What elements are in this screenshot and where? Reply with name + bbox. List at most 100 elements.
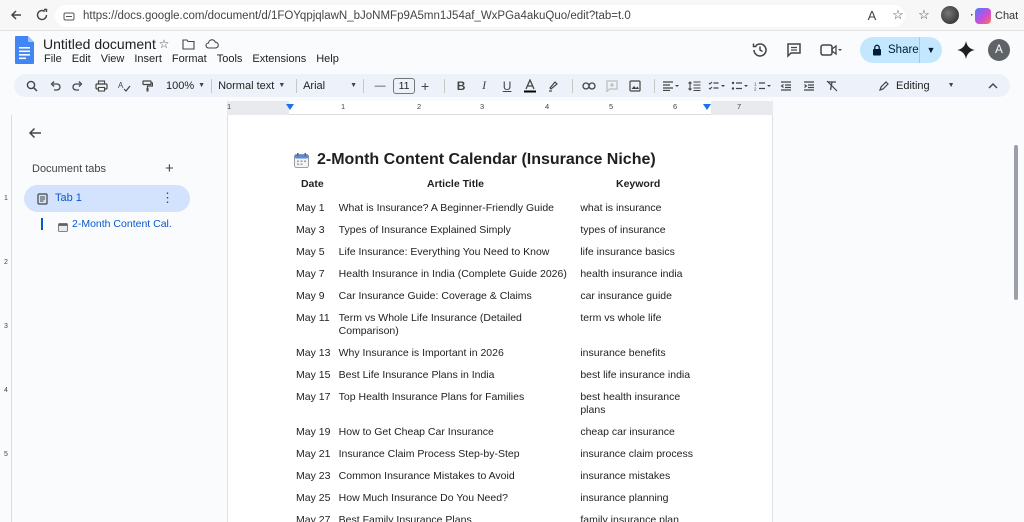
gemini-icon[interactable]	[956, 40, 976, 60]
table-row[interactable]: May 1 What is Insurance? A Beginner-Frien…	[290, 197, 700, 219]
menu-edit[interactable]: Edit	[72, 53, 91, 65]
read-aloud-icon[interactable]: A	[862, 5, 882, 25]
cell-title: Best Family Insurance Plans	[338, 513, 472, 522]
close-tabs-panel-icon[interactable]	[28, 126, 44, 142]
move-folder-icon[interactable]	[180, 36, 196, 52]
table-row[interactable]: May 11 Term vs Whole Life Insurance (Deta…	[290, 307, 700, 342]
right-indent-marker[interactable]	[703, 104, 711, 110]
cell-date: May 19	[296, 425, 331, 438]
menu-format[interactable]: Format	[172, 53, 207, 65]
table-row[interactable]: May 7 Health Insurance in India (Complete…	[290, 263, 700, 285]
search-menus-icon[interactable]	[22, 75, 42, 96]
content-calendar-table[interactable]: Date Article Title Keyword May 1 What is …	[290, 175, 700, 522]
meet-video-icon[interactable]	[814, 36, 848, 64]
share-label: Share	[888, 44, 919, 56]
copilot-chat-button[interactable]: Chat	[975, 6, 1018, 26]
insert-image-icon[interactable]	[625, 75, 645, 96]
highlight-color-icon[interactable]	[543, 75, 563, 96]
menu-tools[interactable]: Tools	[217, 53, 243, 65]
table-row[interactable]: May 21 Insurance Claim Process Step-by-St…	[290, 443, 700, 465]
paint-format-icon[interactable]	[137, 75, 157, 96]
cell-date: May 23	[296, 469, 331, 482]
share-button[interactable]: Share ▼	[860, 37, 942, 63]
table-row[interactable]: May 17 Top Health Insurance Plans for Fam…	[290, 386, 700, 421]
table-row[interactable]: May 25 How Much Insurance Do You Need? ins…	[290, 487, 700, 509]
table-row[interactable]: May 3 Types of Insurance Explained Simply…	[290, 219, 700, 241]
editing-mode-dropdown[interactable]: Editing ▼	[878, 80, 962, 92]
add-tab-icon[interactable]: +	[165, 160, 174, 177]
decrease-font-size-icon[interactable]: —	[370, 75, 390, 96]
menu-extensions[interactable]: Extensions	[252, 53, 306, 65]
table-row[interactable]: May 9 Car Insurance Guide: Coverage & Cla…	[290, 285, 700, 307]
line-spacing-icon[interactable]	[684, 75, 704, 96]
tab-item-tab-1[interactable]: Tab 1 ⋮	[24, 185, 190, 212]
star-icon[interactable]: ☆	[156, 36, 172, 52]
table-row[interactable]: May 15 Best Life Insurance Plans in India…	[290, 364, 700, 386]
cell-keyword: cheap car insurance	[580, 425, 675, 438]
table-row[interactable]: May 13 Why Insurance is Important in 2026…	[290, 342, 700, 364]
align-icon[interactable]	[661, 75, 681, 96]
outline-item[interactable]: 2-Month Content Cal...	[72, 218, 172, 230]
address-bar[interactable]: https://docs.google.com/document/d/1FOYq…	[55, 5, 905, 27]
italic-icon[interactable]: I	[474, 75, 494, 96]
bulleted-list-icon[interactable]	[730, 75, 750, 96]
checklist-icon[interactable]	[707, 75, 727, 96]
favorite-star-icon[interactable]: ☆	[888, 5, 908, 25]
cloud-status-icon[interactable]	[204, 36, 220, 52]
insert-comment-icon[interactable]	[602, 75, 622, 96]
menu-view[interactable]: View	[101, 53, 125, 65]
chevron-down-icon: ▼	[947, 82, 955, 89]
menu-insert[interactable]: Insert	[134, 53, 162, 65]
version-history-icon[interactable]	[746, 36, 774, 64]
underline-icon[interactable]: U	[497, 75, 517, 96]
increase-font-size-icon[interactable]: +	[415, 75, 435, 96]
reload-icon[interactable]	[29, 2, 55, 28]
decrease-indent-icon[interactable]	[776, 75, 796, 96]
table-row[interactable]: May 27 Best Family Insurance Plans family …	[290, 509, 700, 522]
share-dropdown-icon[interactable]: ▼	[920, 45, 942, 55]
profile-avatar[interactable]	[940, 5, 960, 25]
favorites-icon[interactable]: ☆	[914, 5, 934, 25]
back-icon[interactable]	[3, 2, 29, 28]
redo-icon[interactable]	[68, 75, 88, 96]
bold-icon[interactable]: B	[451, 75, 471, 96]
menu-help[interactable]: Help	[316, 53, 339, 65]
cell-keyword: types of insurance	[580, 223, 666, 236]
tab-options-icon[interactable]: ⋮	[161, 190, 174, 206]
text-color-icon[interactable]	[520, 75, 540, 96]
docs-logo-icon[interactable]	[14, 35, 36, 65]
document-page[interactable]: 2-Month Content Calendar (Insurance Nich…	[227, 115, 773, 522]
style-dropdown[interactable]: Normal text ▼	[218, 80, 290, 92]
scrollbar-thumb[interactable]	[1014, 145, 1018, 300]
calendar-icon	[294, 152, 309, 168]
title-actions: ☆	[156, 36, 220, 52]
horizontal-ruler[interactable]: 1 1 2 3 4 5 6 7	[227, 101, 773, 115]
cell-keyword: car insurance guide	[580, 289, 672, 302]
font-dropdown[interactable]: Arial ▼	[303, 80, 357, 92]
numbered-list-icon[interactable]: 12	[753, 75, 773, 96]
table-row[interactable]: May 5 Life Insurance: Everything You Need…	[290, 241, 700, 263]
undo-icon[interactable]	[45, 75, 65, 96]
table-row[interactable]: May 23 Common Insurance Mistakes to Avoid…	[290, 465, 700, 487]
account-avatar[interactable]: A	[988, 39, 1010, 61]
spellcheck-icon[interactable]: A	[114, 75, 134, 96]
font-size-input[interactable]: 11	[393, 77, 416, 94]
ruler-number: 5	[609, 102, 614, 111]
insert-link-icon[interactable]	[579, 75, 599, 96]
increase-indent-icon[interactable]	[799, 75, 819, 96]
site-info-icon[interactable]	[63, 9, 77, 23]
copilot-icon	[975, 8, 991, 24]
clear-formatting-icon[interactable]	[822, 75, 842, 96]
cell-keyword: insurance planning	[580, 491, 669, 504]
left-indent-marker[interactable]	[286, 104, 294, 110]
zoom-dropdown[interactable]: 100% ▼	[166, 80, 205, 92]
comments-icon[interactable]	[780, 36, 808, 64]
toolbar-divider	[444, 78, 446, 93]
menu-file[interactable]: File	[44, 53, 62, 65]
zoom-value: 100%	[166, 79, 195, 92]
share-main[interactable]: Share	[860, 37, 920, 63]
collapse-toolbar-icon[interactable]	[988, 81, 998, 91]
print-icon[interactable]	[91, 75, 111, 96]
table-row[interactable]: May 19 How to Get Cheap Car Insurance chea…	[290, 421, 700, 443]
document-title[interactable]: Untitled document	[43, 36, 156, 52]
